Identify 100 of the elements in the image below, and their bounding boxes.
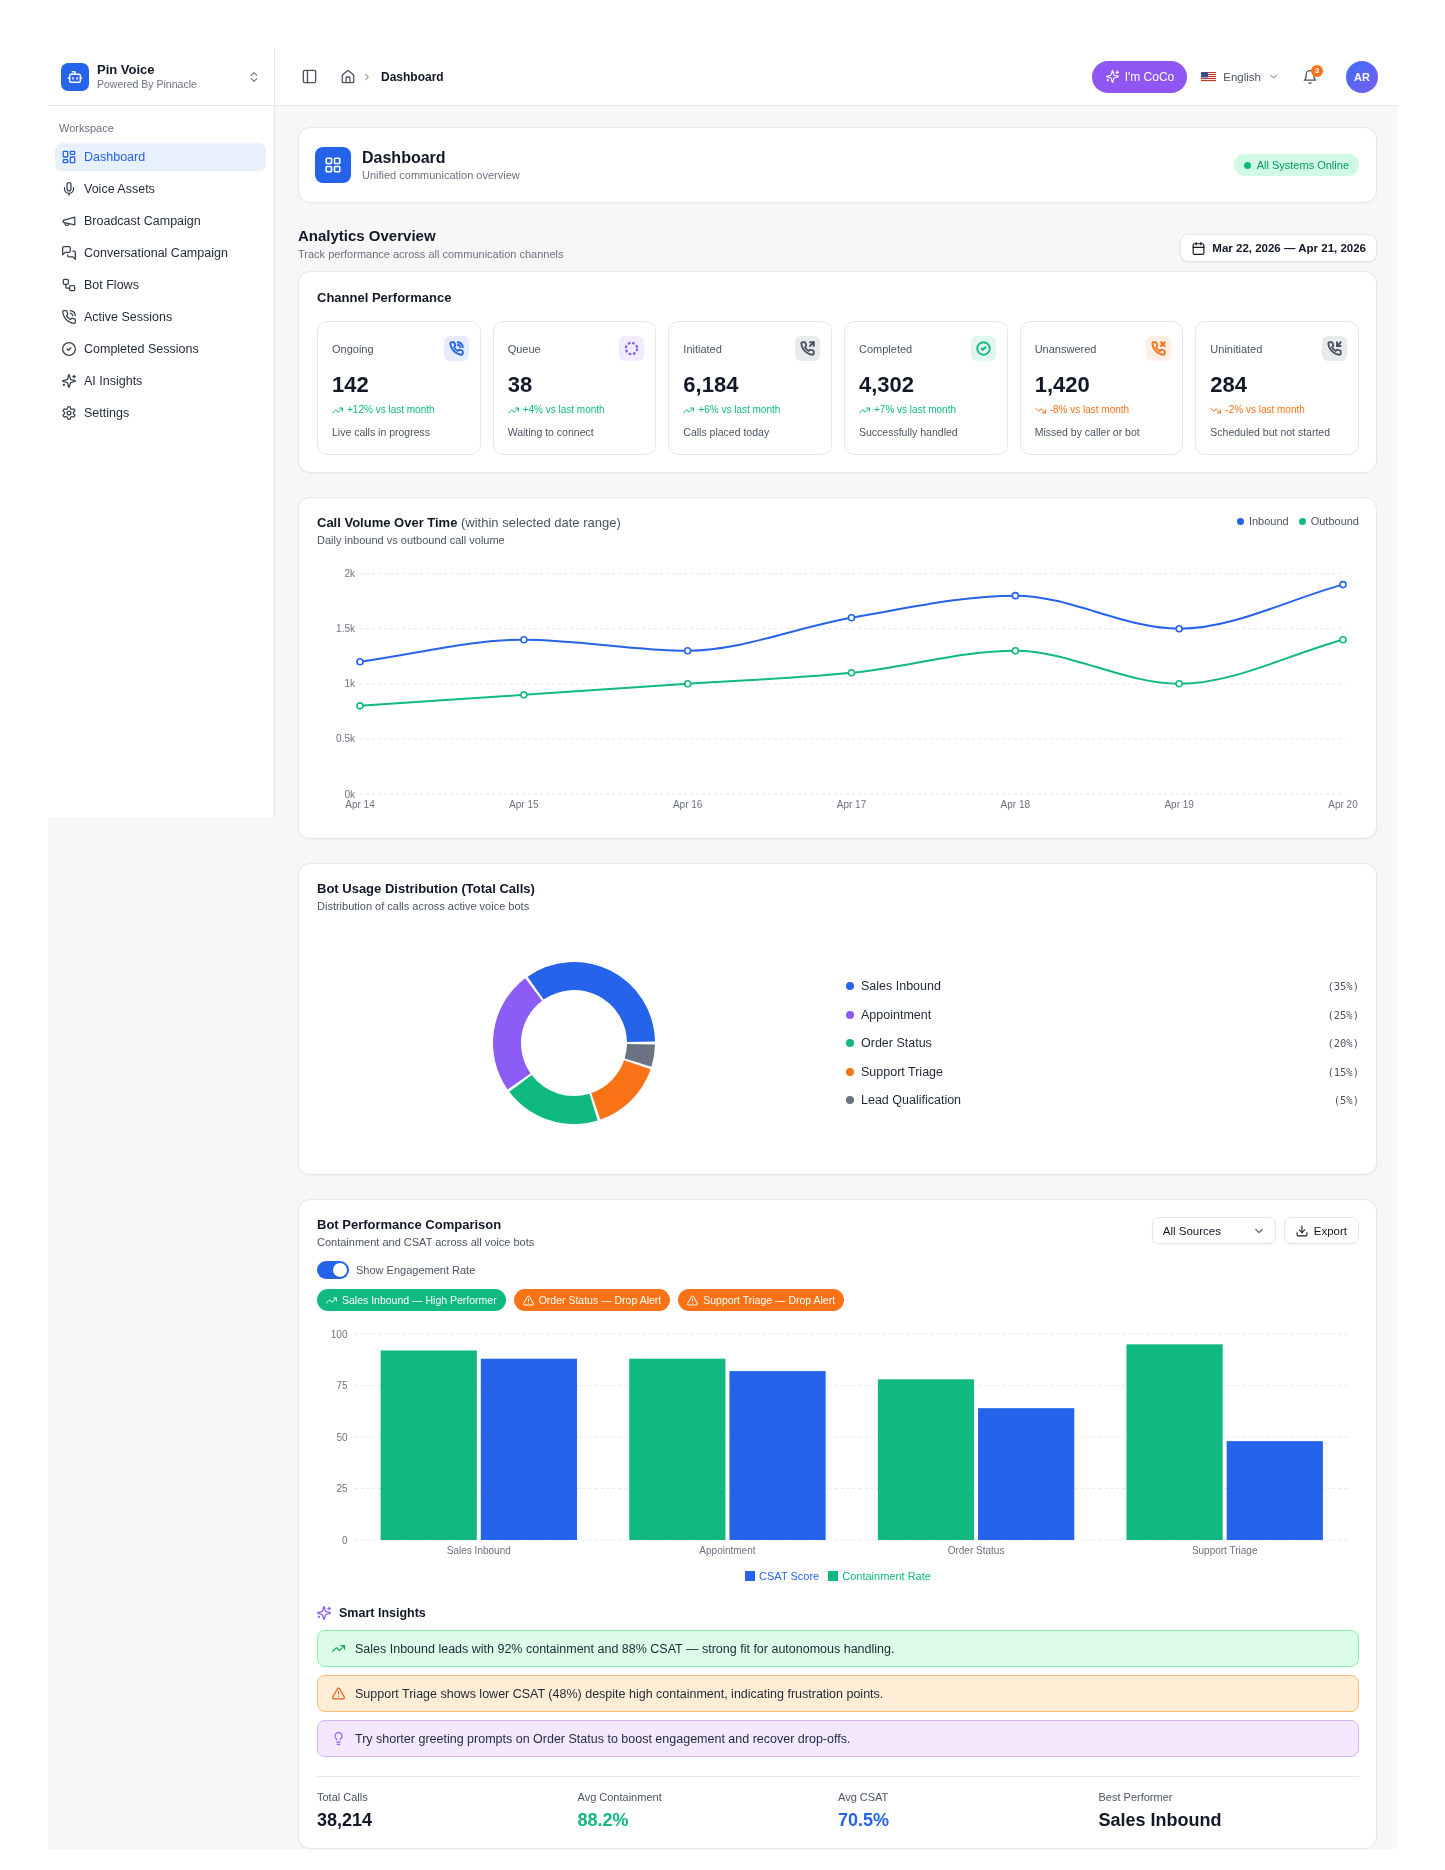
legend-value: (5%)	[1333, 1094, 1359, 1106]
stat-description: Scheduled but not started	[1210, 425, 1330, 439]
nav-item[interactable]: Voice Assets	[55, 175, 266, 203]
chart-subtitle: Containment and CSAT across all voice bots	[317, 1235, 535, 1249]
warning-icon	[687, 1294, 699, 1306]
trend-text: +7% vs last month	[874, 403, 956, 417]
data-point	[1175, 680, 1183, 688]
data-point	[520, 635, 528, 644]
trend-up-icon	[332, 1642, 345, 1655]
lightbulb-icon	[332, 1732, 345, 1745]
stat-value: 6,184	[683, 371, 739, 399]
stat-label: Unanswered	[1034, 342, 1097, 355]
section-label: Workspace	[58, 121, 114, 136]
sidebar-toggle-icon[interactable]	[302, 69, 317, 84]
nav-item[interactable]: Bot Flows	[55, 271, 266, 299]
engagement-toggle[interactable]	[317, 1261, 349, 1279]
legend-label: Lead Qualification	[861, 1093, 962, 1107]
chart-subtitle: Distribution of calls across active voice bots	[317, 899, 530, 913]
data-point	[1011, 591, 1020, 600]
x-axis-label: Order Status	[947, 1545, 1005, 1556]
language-dropdown[interactable]: English	[1201, 70, 1279, 83]
dashboard-icon	[62, 150, 76, 164]
stat-description: Calls placed today	[683, 425, 770, 439]
data-point	[847, 613, 856, 622]
data-point	[847, 669, 856, 677]
legend-label: Support Triage	[861, 1064, 943, 1079]
nav-item[interactable]: Active Sessions	[55, 303, 266, 331]
data-point	[520, 691, 528, 699]
legend-label: Outbound	[1310, 515, 1359, 527]
chevrons-up-down-icon[interactable]	[248, 70, 260, 83]
chevron-right-icon	[362, 71, 372, 82]
trend-text: +12% vs last month	[347, 403, 435, 417]
chat-bubbles-icon	[62, 246, 76, 260]
calendar-icon	[1192, 241, 1206, 255]
check-circle-icon	[62, 342, 76, 356]
section-subtitle: Track performance across all communication channels	[298, 247, 564, 261]
nav-item[interactable]: Broadcast Campaign	[55, 207, 266, 235]
y-axis-label: 50	[336, 1431, 348, 1443]
trend-text: -8% vs last month	[1049, 403, 1130, 417]
section-title: Analytics Overview	[298, 227, 436, 245]
x-axis-label: Appointment	[699, 1545, 756, 1556]
user-avatar[interactable]: AR	[1346, 60, 1378, 93]
x-axis-label: Apr 17	[836, 799, 867, 810]
legend-label: Sales Inbound	[861, 979, 941, 993]
y-axis-label: 100	[330, 1328, 348, 1340]
chart-title: Bot Performance Comparison	[317, 1216, 502, 1234]
stat-label: Avg CSAT	[838, 1790, 889, 1804]
microphone-icon	[62, 182, 76, 196]
tag-text: Support Triage — Drop Alert	[703, 1294, 836, 1306]
flag-icon	[1201, 71, 1217, 82]
stat-label: Total Calls	[317, 1790, 368, 1804]
date-range-button[interactable]: Mar 22, 2026 — Apr 21, 2026	[1180, 234, 1377, 262]
toggle-label: Show Engagement Rate	[356, 1264, 476, 1276]
brand-tagline: Powered By Pinnacle	[97, 78, 197, 91]
section-title: Smart Insights	[339, 1606, 426, 1620]
insight-text: Support Triage shows lower CSAT (48%) despite high containment, indicating frustration points.	[355, 1686, 884, 1701]
nav-item[interactable]: Dashboard	[55, 143, 266, 171]
legend-label: Inbound	[1248, 515, 1289, 527]
x-axis-label: Apr 19	[1164, 799, 1194, 810]
nav-item[interactable]: Conversational Campaign	[55, 239, 266, 267]
trend-text: +4% vs last month	[522, 403, 605, 417]
stat-label: Avg Containment	[577, 1790, 662, 1804]
stat-value: 38	[507, 371, 533, 399]
insight-text: Sales Inbound leads with 92% containment and 88% CSAT — strong fit for autonomous handling.	[355, 1641, 895, 1656]
legend-label: Appointment	[861, 1007, 932, 1022]
nav-item[interactable]: AI Insights	[55, 367, 266, 395]
x-axis-label: Apr 18	[1000, 799, 1031, 810]
flow-icon	[62, 278, 76, 292]
sparkles-icon	[1105, 70, 1119, 83]
source-dropdown[interactable]: All Sources	[1151, 1217, 1276, 1244]
card-title: Channel Performance	[317, 289, 453, 307]
settings-icon	[62, 406, 76, 420]
data-point	[1339, 635, 1347, 644]
stat-value: Sales Inbound	[1098, 1809, 1222, 1832]
stat-value: 1,420	[1034, 371, 1090, 399]
stat-description: Successfully handled	[859, 425, 958, 439]
stat-value: 70.5%	[838, 1809, 890, 1832]
stat-value: 142	[332, 371, 369, 399]
y-axis-label: 0.5k	[336, 733, 355, 745]
stat-description: Waiting to connect	[507, 425, 594, 439]
y-axis-label: 0	[341, 1534, 348, 1546]
x-axis-label: Apr 14	[345, 799, 375, 810]
sparkles-icon	[62, 374, 76, 388]
outgoing-call-icon	[795, 336, 820, 361]
stat-description: Missed by caller or bot	[1034, 425, 1140, 439]
export-button[interactable]: Export	[1283, 1217, 1359, 1244]
bot-logo-icon	[61, 62, 89, 91]
home-icon[interactable]	[341, 69, 355, 84]
data-point	[356, 702, 364, 710]
nav-item[interactable]: Completed Sessions	[55, 335, 266, 363]
nav-item[interactable]: Settings	[55, 399, 266, 427]
stat-description: Live calls in progress	[332, 425, 431, 439]
stat-value: 88.2%	[577, 1809, 629, 1832]
status-text: All Systems Online	[1256, 159, 1349, 171]
x-axis-label: Apr 15	[509, 799, 539, 810]
bell-icon[interactable]	[1303, 69, 1317, 84]
assistant-button[interactable]: I'm CoCo	[1091, 60, 1188, 93]
chart-subtitle: Daily inbound vs outbound call volume	[317, 533, 505, 547]
missed-call-icon	[1146, 336, 1172, 361]
legend-label: CSAT Score	[759, 1569, 820, 1582]
